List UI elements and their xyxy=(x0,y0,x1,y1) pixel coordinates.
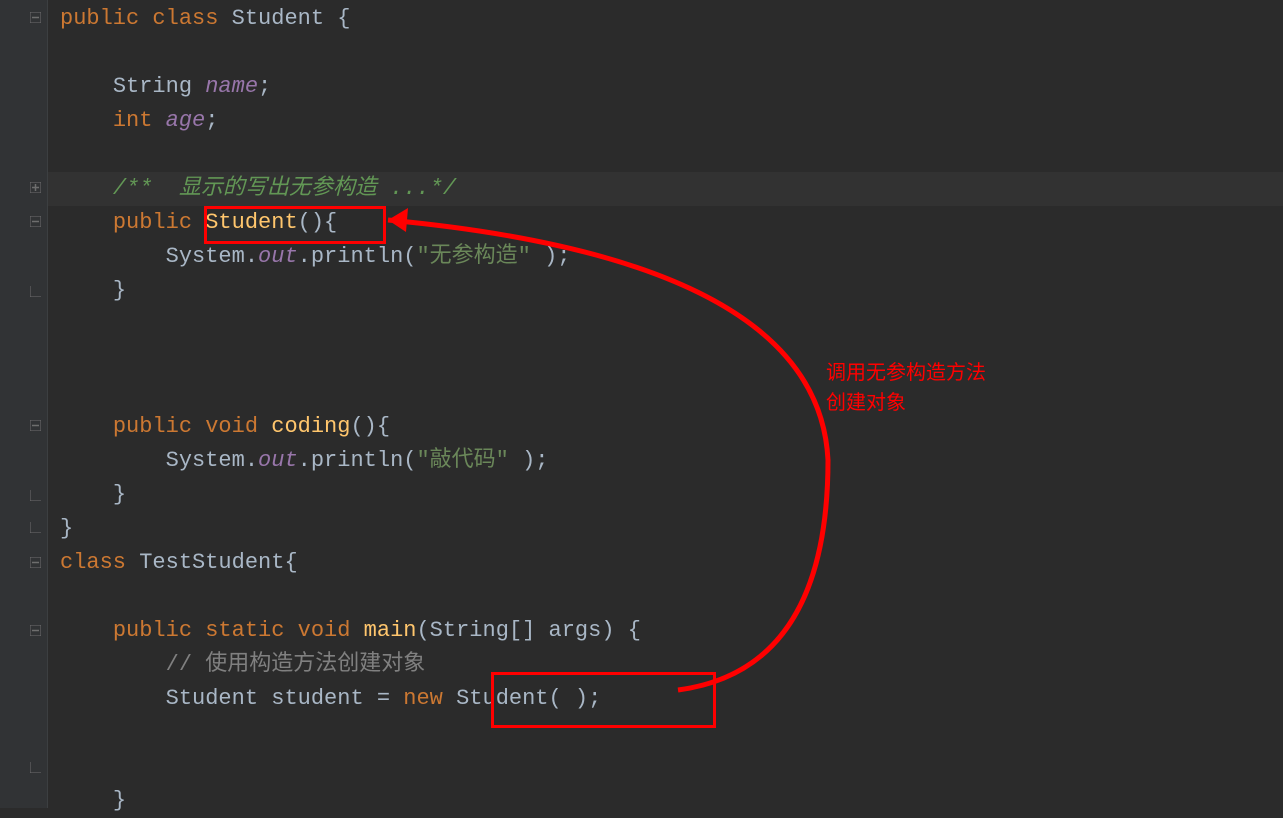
end: ); xyxy=(531,244,571,269)
field: age xyxy=(152,108,205,133)
code-line[interactable] xyxy=(48,308,1283,342)
class-name: TestStudent xyxy=(126,550,284,575)
fold-end-icon[interactable] xyxy=(28,520,42,534)
keyword: public xyxy=(113,210,192,235)
fold-minus-icon[interactable] xyxy=(28,214,42,228)
comment: // 使用构造方法创建对象 xyxy=(166,652,426,677)
code-line[interactable] xyxy=(48,138,1283,172)
brace: } xyxy=(113,482,126,507)
code-line[interactable] xyxy=(48,342,1283,376)
code-area[interactable]: public class Student { String name; int … xyxy=(48,0,1283,808)
keyword: class xyxy=(139,6,218,31)
code-line[interactable] xyxy=(48,376,1283,410)
keyword: public xyxy=(113,618,192,643)
keyword: public xyxy=(60,6,139,31)
gutter xyxy=(0,0,48,808)
code-line[interactable]: public Student(){ xyxy=(48,206,1283,240)
keyword: class xyxy=(60,550,126,575)
system: System. xyxy=(166,448,258,473)
brace: } xyxy=(113,278,126,303)
fold-minus-icon[interactable] xyxy=(28,555,42,569)
type: int xyxy=(113,108,153,133)
class-name: Student xyxy=(218,6,324,31)
println: .println( xyxy=(298,448,417,473)
parens: (){ xyxy=(350,414,390,439)
fold-end-icon[interactable] xyxy=(28,284,42,298)
keyword: static xyxy=(192,618,284,643)
system: System. xyxy=(166,244,258,269)
keyword: void xyxy=(192,414,258,439)
code-line[interactable]: public void coding(){ xyxy=(48,410,1283,444)
method-name: main xyxy=(350,618,416,643)
code-line[interactable]: public static void main(String[] args) { xyxy=(48,614,1283,648)
keyword: new xyxy=(403,686,443,711)
doc-comment: /** 显示的写出无参构造 ...*/ xyxy=(113,176,456,201)
fold-minus-icon[interactable] xyxy=(28,418,42,432)
code-line[interactable]: String name; xyxy=(48,70,1283,104)
fold-end-icon[interactable] xyxy=(28,760,42,774)
brace: } xyxy=(113,788,126,813)
fold-minus-icon[interactable] xyxy=(28,10,42,24)
code-editor: public class Student { String name; int … xyxy=(0,0,1283,808)
code-line[interactable]: System.out.println("敲代码" ); xyxy=(48,444,1283,478)
brace: } xyxy=(60,516,73,541)
keyword: public xyxy=(113,414,192,439)
code-line[interactable]: /** 显示的写出无参构造 ...*/ xyxy=(48,172,1283,206)
constructor-name: Student xyxy=(192,210,298,235)
equals: = xyxy=(364,686,404,711)
args: (String[] args) { xyxy=(416,618,640,643)
field: name xyxy=(192,74,258,99)
string-literal: "敲代码" xyxy=(416,448,508,473)
semicolon: ; xyxy=(205,108,218,133)
type: String xyxy=(113,74,192,99)
fold-minus-icon[interactable] xyxy=(28,623,42,637)
brace: { xyxy=(284,550,297,575)
out-field: out xyxy=(258,244,298,269)
code-line[interactable]: System.out.println("无参构造" ); xyxy=(48,240,1283,274)
fold-plus-icon[interactable] xyxy=(28,180,42,194)
brace: { xyxy=(324,6,350,31)
constructor-call: Student xyxy=(443,686,549,711)
code-line[interactable]: public class Student { xyxy=(48,2,1283,36)
keyword: void xyxy=(284,618,350,643)
string-literal: "无参构造" xyxy=(416,244,530,269)
println: .println( xyxy=(298,244,417,269)
code-line[interactable]: Student student = new Student( ); xyxy=(48,682,1283,716)
semicolon: ; xyxy=(258,74,271,99)
code-line[interactable] xyxy=(48,36,1283,70)
code-line[interactable] xyxy=(48,716,1283,750)
code-line[interactable] xyxy=(48,580,1283,614)
code-line[interactable]: // 使用构造方法创建对象 xyxy=(48,648,1283,682)
var-decl: Student student xyxy=(166,686,364,711)
code-line[interactable]: } xyxy=(48,478,1283,512)
code-line[interactable]: } xyxy=(48,512,1283,546)
out-field: out xyxy=(258,448,298,473)
code-line[interactable] xyxy=(48,750,1283,784)
code-line[interactable]: } xyxy=(48,784,1283,818)
parens: (){ xyxy=(298,210,338,235)
method-name: coding xyxy=(258,414,350,439)
code-line[interactable]: int age; xyxy=(48,104,1283,138)
code-line[interactable]: } xyxy=(48,274,1283,308)
parens: ( ); xyxy=(549,686,602,711)
end: ); xyxy=(509,448,549,473)
code-line[interactable]: class TestStudent{ xyxy=(48,546,1283,580)
fold-end-icon[interactable] xyxy=(28,488,42,502)
